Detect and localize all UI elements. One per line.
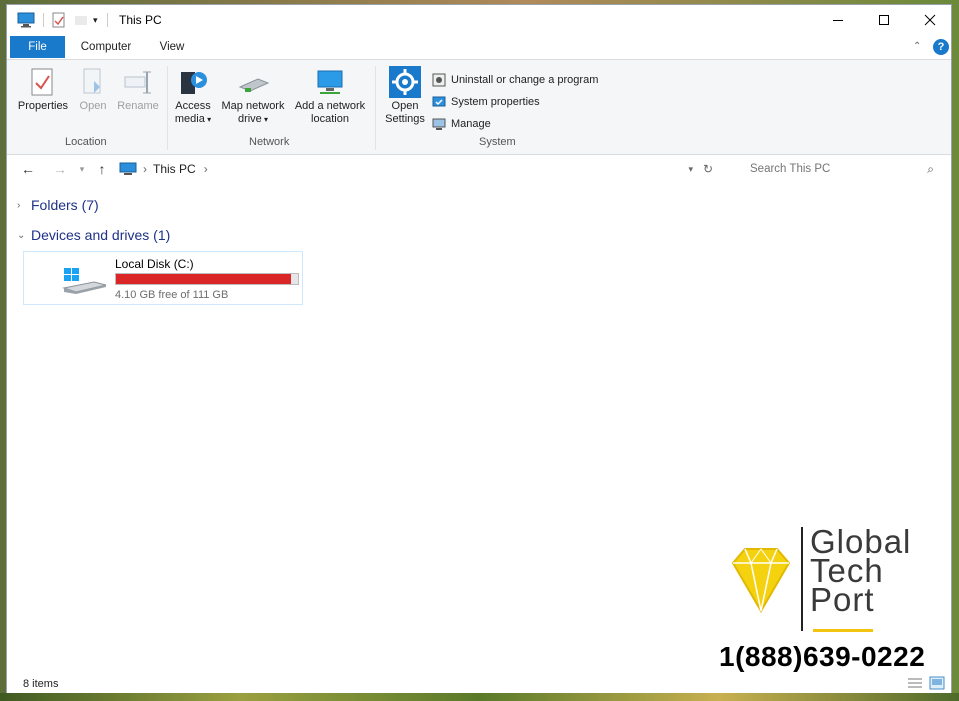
- drive-usage-bar: [115, 273, 299, 285]
- section-devices-header[interactable]: ⌄ Devices and drives (1): [17, 225, 170, 245]
- this-pc-icon: [17, 11, 35, 29]
- map-network-drive-icon: [237, 66, 269, 98]
- breadcrumb-chevron-icon: ›: [143, 162, 147, 176]
- navigation-bar: ← → ▾ ↑ › This PC › ↻ ▾ ⌕: [7, 154, 951, 184]
- file-explorer-window: ▾ This PC File Computer View ⌃ ? Propert…: [6, 4, 952, 695]
- refresh-icon[interactable]: ↻: [703, 162, 713, 176]
- section-folders-label: Folders (7): [31, 197, 99, 213]
- local-disk-icon: [62, 266, 108, 299]
- section-devices-label: Devices and drives (1): [31, 227, 171, 243]
- dropdown-arrow-icon: ▾: [261, 115, 269, 124]
- group-label-location: Location: [65, 136, 107, 148]
- manage-icon: [431, 116, 447, 132]
- new-folder-quick-icon[interactable]: [73, 11, 89, 29]
- properties-icon: [27, 66, 59, 98]
- ribbon-separator: [375, 66, 376, 150]
- recent-locations-chevron-icon[interactable]: ▾: [71, 158, 93, 180]
- title-bar: ▾ This PC: [7, 5, 951, 35]
- uninstall-label: Uninstall or change a program: [451, 74, 599, 86]
- open-label: Open: [79, 100, 107, 112]
- qa-divider: [107, 13, 108, 27]
- up-arrow-icon[interactable]: ↑: [91, 158, 113, 180]
- close-button[interactable]: [907, 5, 951, 35]
- group-label-network: Network: [249, 136, 290, 148]
- maximize-button[interactable]: [861, 5, 907, 35]
- ribbon: Properties Open Rename Location Access m…: [7, 59, 951, 155]
- brand-divider: [801, 527, 803, 631]
- breadcrumb-this-pc[interactable]: This PC: [153, 162, 196, 176]
- breadcrumb-chevron-icon[interactable]: ›: [204, 162, 208, 176]
- map-network-drive-label-1: Map network: [221, 100, 285, 112]
- desktop-background: [0, 693, 959, 701]
- chevron-down-icon: ⌄: [17, 229, 26, 241]
- manage-button[interactable]: Manage: [431, 115, 491, 133]
- status-item-count: 8 items: [23, 678, 59, 690]
- rename-label: Rename: [117, 100, 159, 112]
- address-dropdown-icon[interactable]: ▾: [688, 164, 693, 175]
- drive-usage-fill: [116, 274, 292, 284]
- add-network-location-icon: [314, 66, 346, 98]
- open-settings-label-2: Settings: [385, 113, 425, 125]
- access-media-button[interactable]: Access media ▾: [171, 66, 215, 126]
- ribbon-tabs: File Computer View ⌃ ?: [7, 35, 951, 59]
- ribbon-separator: [167, 66, 168, 150]
- search-box[interactable]: ⌕: [740, 158, 938, 180]
- brand-line-3: Port: [810, 581, 875, 618]
- collapse-ribbon-icon[interactable]: ⌃: [913, 41, 921, 52]
- brand-name: Global Tech Port: [810, 525, 911, 618]
- forward-arrow-icon[interactable]: →: [49, 158, 71, 180]
- system-properties-label: System properties: [451, 96, 540, 108]
- window-title: This PC: [119, 13, 162, 27]
- diamond-logo: [727, 545, 795, 618]
- details-view-icon[interactable]: [907, 677, 923, 692]
- brand-phone: 1(888)639-0222: [719, 641, 926, 672]
- access-media-icon: [177, 66, 209, 98]
- access-media-label-2: media: [174, 113, 205, 125]
- large-icons-view-icon[interactable]: [929, 676, 945, 693]
- dropdown-arrow-icon: ▾: [204, 115, 212, 124]
- system-properties-button[interactable]: System properties: [431, 93, 540, 111]
- chevron-right-icon: ›: [17, 199, 21, 211]
- group-label-system: System: [479, 136, 516, 148]
- tab-view[interactable]: View: [147, 36, 197, 58]
- uninstall-program-button[interactable]: Uninstall or change a program: [431, 71, 598, 89]
- open-icon: [77, 66, 109, 98]
- map-network-drive-button[interactable]: Map network drive ▾: [217, 66, 289, 126]
- uninstall-icon: [431, 72, 447, 88]
- minimize-button[interactable]: [815, 5, 861, 35]
- search-icon[interactable]: ⌕: [927, 162, 934, 177]
- properties-quick-icon[interactable]: [51, 11, 67, 29]
- properties-button[interactable]: Properties: [15, 66, 71, 113]
- drive-name: Local Disk (C:): [115, 257, 194, 271]
- map-network-drive-label-2: drive: [237, 113, 262, 125]
- open-settings-button[interactable]: Open Settings: [381, 66, 429, 126]
- settings-gear-icon: [389, 66, 421, 98]
- drive-free-space: 4.10 GB free of 111 GB: [115, 289, 229, 301]
- add-network-location-button[interactable]: Add a network location: [291, 66, 369, 126]
- add-network-location-label-1: Add a network: [294, 100, 366, 112]
- qa-divider: [43, 13, 44, 27]
- system-properties-icon: [431, 94, 447, 110]
- tab-computer[interactable]: Computer: [71, 36, 141, 58]
- qa-customize-chevron-icon[interactable]: ▾: [93, 11, 98, 29]
- this-pc-small-icon: [119, 162, 137, 176]
- open-button[interactable]: Open: [73, 66, 113, 113]
- local-disk-tile[interactable]: Local Disk (C:) 4.10 GB free of 111 GB: [23, 251, 303, 305]
- rename-icon: [122, 66, 154, 98]
- add-network-location-label-2: location: [311, 113, 349, 125]
- help-icon[interactable]: ?: [933, 39, 949, 55]
- back-arrow-icon[interactable]: ←: [17, 158, 39, 180]
- brand-accent-line: [813, 629, 873, 632]
- section-folders-header[interactable]: › Folders (7): [17, 195, 99, 215]
- open-settings-label-1: Open: [391, 100, 419, 112]
- access-media-label-1: Access: [175, 100, 211, 112]
- tab-file[interactable]: File: [10, 36, 65, 58]
- address-bar[interactable]: › This PC › ↻ ▾: [115, 158, 717, 180]
- search-input[interactable]: [748, 162, 922, 176]
- rename-button[interactable]: Rename: [115, 66, 161, 113]
- manage-label: Manage: [451, 118, 491, 130]
- properties-label: Properties: [17, 100, 69, 112]
